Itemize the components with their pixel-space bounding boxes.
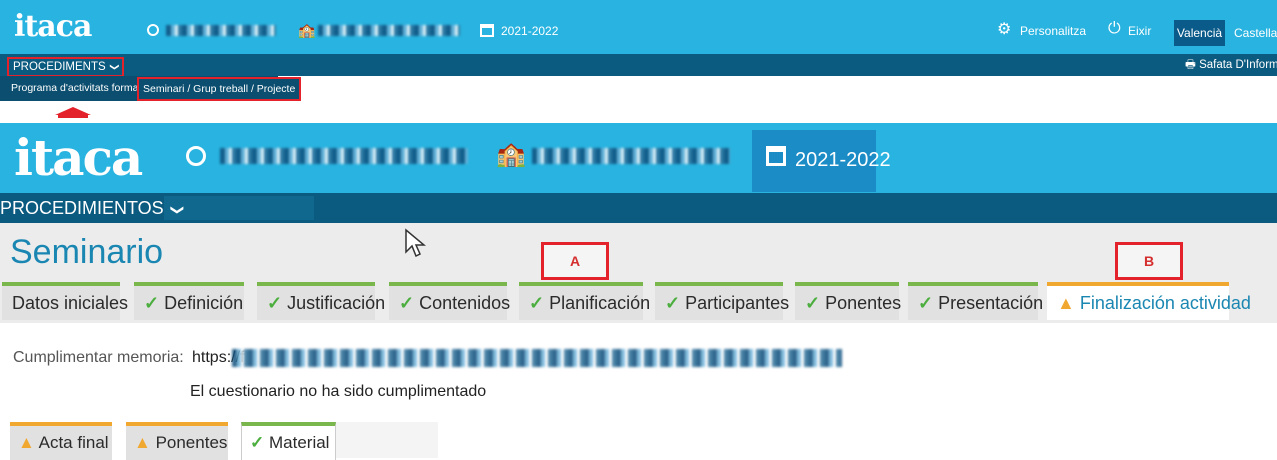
tab-label: Datos iniciales <box>12 293 129 313</box>
subtab-acta-final[interactable]: ▲ Acta final <box>10 422 112 460</box>
user-icon-large <box>186 146 206 166</box>
exit-link[interactable]: Eixir <box>1128 24 1151 38</box>
check-icon: ✓ <box>918 293 934 313</box>
memoria-url-redacted <box>232 349 842 367</box>
subtab-material[interactable]: ✓ Material <box>241 422 336 460</box>
tab-label: Definición <box>164 293 244 313</box>
school-icon-large: 🏫 <box>496 141 526 168</box>
questionnaire-status: El cuestionario no ha sido cumplimentado <box>190 383 487 400</box>
check-icon: ✓ <box>805 293 821 313</box>
procediments-menu[interactable]: PROCEDIMENTS ❯ <box>7 57 125 77</box>
tab-planificacion[interactable]: ✓ Planificación <box>519 282 650 320</box>
mouse-cursor-icon <box>405 228 426 258</box>
procedimientos-label: PROCEDIMIENTOS <box>0 198 164 218</box>
tab-label: Participantes <box>685 293 790 313</box>
school-year-large[interactable]: 2021-2022 <box>795 148 891 172</box>
annotation-marker-a: A <box>541 242 609 280</box>
tab-contenidos[interactable]: ✓ Contenidos <box>389 282 511 320</box>
center-name-redacted-large <box>532 148 730 164</box>
tab-finalizacion-actividad[interactable]: ▲ Finalización actividad <box>1047 282 1251 320</box>
page-title: Seminario <box>10 233 164 271</box>
school-year[interactable]: 2021-2022 <box>501 24 558 38</box>
itaca-logo[interactable]: itaca <box>14 10 92 44</box>
check-icon: ✓ <box>529 293 545 313</box>
chevron-down-icon: ❯ <box>109 63 120 71</box>
tab-label: Presentación <box>938 293 1044 313</box>
subtab-empty <box>336 422 438 458</box>
breadcrumb-item-seminari[interactable]: Seminari / Grup treball / Projecte <box>137 77 302 101</box>
chevron-down-icon: ❯ <box>170 204 186 216</box>
user-name-redacted <box>166 25 276 36</box>
printer-icon: 🖶 <box>1185 59 1196 71</box>
safata-informe-link[interactable]: 🖶 Safata D'Informe <box>1185 58 1277 72</box>
center-name-redacted <box>318 25 460 36</box>
lang-valencia[interactable]: Valencià <box>1174 20 1225 46</box>
tab-ponentes[interactable]: ✓ Ponentes <box>795 282 902 320</box>
tab-label: Finalización actividad <box>1079 293 1251 313</box>
tab-presentacion[interactable]: ✓ Presentación <box>908 282 1043 320</box>
school-icon: 🏫 <box>298 22 316 38</box>
check-icon: ✓ <box>665 293 681 313</box>
subtab-ponentes[interactable]: ▲ Ponentes <box>126 422 228 460</box>
safata-label: Safata D'Informe <box>1199 59 1277 71</box>
calendar-icon-large <box>766 146 786 166</box>
warning-icon: ▲ <box>1057 293 1075 313</box>
lang-castellano[interactable]: Castellano <box>1234 26 1277 40</box>
tab-definicion[interactable]: ✓ Definición <box>134 282 244 320</box>
subtab-label: Material <box>268 433 330 452</box>
procediments-label: PROCEDIMENTS <box>13 61 106 73</box>
check-icon: ✓ <box>267 293 283 313</box>
memoria-label: Cumplimentar memoria: <box>13 349 184 366</box>
tab-label: Justificación <box>287 293 386 313</box>
tab-datos-iniciales[interactable]: Datos iniciales <box>2 282 128 320</box>
power-icon: ⏻ <box>1108 20 1121 37</box>
subtab-label: Ponentes <box>155 433 228 452</box>
check-icon: ✓ <box>399 293 415 313</box>
personaliza-link[interactable]: Personalitza <box>1020 24 1086 38</box>
subtab-label: Acta final <box>38 433 109 452</box>
tab-justificacion[interactable]: ✓ Justificación <box>257 282 385 320</box>
red-arrow-annotation <box>55 107 91 115</box>
calendar-icon <box>480 24 494 37</box>
user-name-redacted-large <box>220 148 468 164</box>
user-icon <box>147 24 159 36</box>
annotation-marker-b: B <box>1115 242 1183 280</box>
gear-icon: ⚙ <box>997 21 1012 38</box>
tab-label: Planificación <box>549 293 651 313</box>
check-icon: ✓ <box>250 433 265 452</box>
check-icon: ✓ <box>144 293 160 313</box>
warning-icon: ▲ <box>134 433 151 452</box>
procedimientos-menu[interactable]: PROCEDIMIENTOS ❯ <box>0 197 185 221</box>
tab-label: Ponentes <box>825 293 902 313</box>
tab-label: Contenidos <box>419 293 511 313</box>
top-menu-bar <box>0 54 1277 76</box>
red-arrow-stem <box>58 115 88 118</box>
tab-participantes[interactable]: ✓ Participantes <box>655 282 789 320</box>
itaca-logo-large[interactable]: itaca <box>14 129 143 187</box>
warning-icon: ▲ <box>18 433 35 452</box>
